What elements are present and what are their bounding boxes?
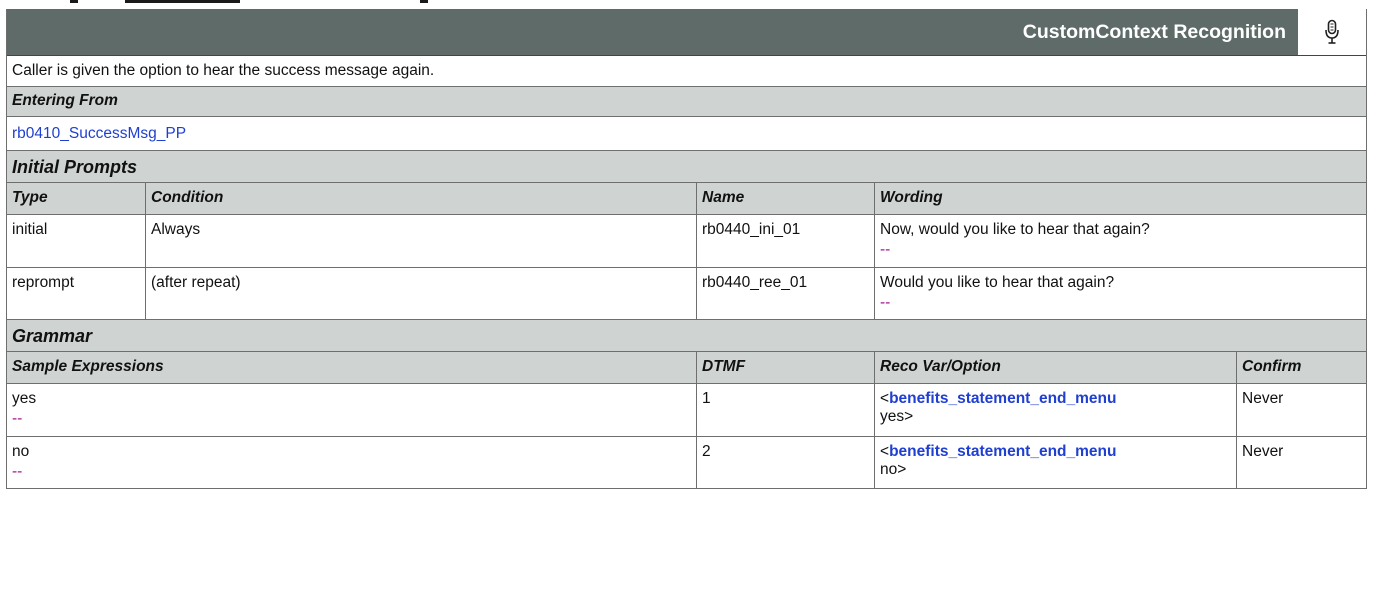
section-title: Initial Prompts [12,157,138,177]
column-header: DTMF [697,352,875,383]
column-header: Name [697,183,875,214]
grammar-confirm: Never [1242,390,1284,407]
grammar-confirm: Never [1242,443,1284,460]
state-title: CustomContext Recognition [1022,21,1286,43]
grammar-expression: yes [12,390,37,407]
table-row: reprompt (after repeat) rb0440_ree_01 Wo… [7,268,1366,320]
top-edge-mark [125,0,240,3]
reco-var-link[interactable]: benefits_statement_end_menu [889,443,1116,460]
section-title: Entering From [12,92,118,109]
grammar-note: -- [12,463,23,480]
column-header: Sample Expressions [7,352,697,383]
reco-value: yes> [880,408,914,425]
prompt-wording: Would you like to hear that again? [880,274,1115,291]
table-row: no -- 2 <benefits_statement_end_menu no>… [7,437,1366,489]
state-header: CustomContext Recognition [7,9,1366,56]
grammar-note: -- [12,410,23,427]
document-table: CustomContext Recognition Caller is give… [6,9,1367,489]
reco-value: no> [880,461,907,478]
table-row: yes -- 1 <benefits_statement_end_menu ye… [7,384,1366,437]
section-initial-prompts: Initial Prompts [7,151,1366,183]
prompt-type: reprompt [7,268,146,319]
column-header: Confirm [1242,358,1302,375]
top-edge-strip [0,0,1383,9]
column-header: Condition [146,183,697,214]
section-title: Grammar [12,326,93,346]
reco-prefix: < [880,443,890,460]
reco-var-link[interactable]: benefits_statement_end_menu [889,390,1116,407]
prompt-wording: Now, would you like to hear that again? [880,221,1150,238]
grammar-expression: no [12,443,30,460]
table-row: initial Always rb0440_ini_01 Now, would … [7,215,1366,268]
grammar-dtmf: 2 [697,437,875,488]
column-header: Type [7,183,146,214]
top-edge-mark [420,0,428,3]
section-entering-from: Entering From [7,87,1366,117]
section-grammar: Grammar [7,320,1366,352]
prompt-note: -- [880,241,891,258]
prompt-condition: (after repeat) [146,268,697,319]
prompts-header-row: Type Condition Name Wording [7,183,1366,215]
microphone-icon [1298,9,1366,55]
grammar-dtmf: 1 [697,384,875,436]
entering-from-row: rb0410_SuccessMsg_PP [7,117,1366,151]
column-header: Wording [880,189,943,206]
entering-from-link[interactable]: rb0410_SuccessMsg_PP [12,125,186,142]
prompt-type: initial [7,215,146,267]
prompt-condition: Always [146,215,697,267]
grammar-header-row: Sample Expressions DTMF Reco Var/Option … [7,352,1366,384]
prompt-name: rb0440_ree_01 [697,268,875,319]
prompt-note: -- [880,294,891,311]
prompt-name: rb0440_ini_01 [697,215,875,267]
description-row: Caller is given the option to hear the s… [7,56,1366,87]
top-edge-mark [70,0,78,3]
reco-prefix: < [880,390,890,407]
description-text: Caller is given the option to hear the s… [12,62,435,79]
column-header: Reco Var/Option [875,352,1237,383]
